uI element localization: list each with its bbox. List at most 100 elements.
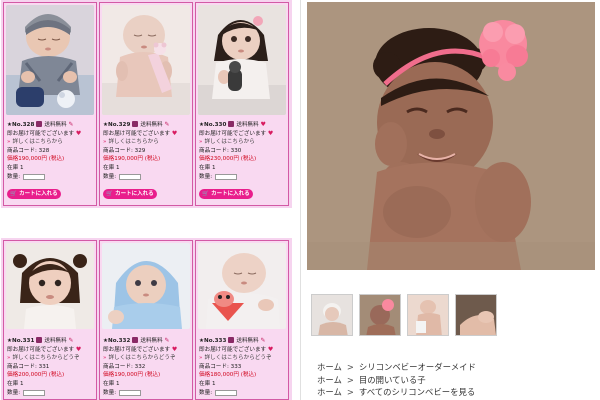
product-price: 価格190,000円 (税込) (103, 372, 161, 379)
shipping-label: 送料無料 (140, 338, 163, 344)
quantity-input-331[interactable] (23, 389, 46, 396)
ready-label: 即お届け可能でございます (103, 346, 171, 353)
product-card-333[interactable]: ★No.333 送料無料 ✎ 即お届け可能でございます ♥ » 詳しくはこちらからど… (195, 240, 289, 400)
detail-link-332[interactable]: » 詳しくはこちらからどうぞ (103, 354, 192, 363)
breadcrumb-link[interactable]: シリコンベビーオーダーメイド (359, 362, 476, 372)
shipping-label: 送料無料 (44, 338, 67, 344)
breadcrumb-home-link[interactable]: ホーム (317, 375, 342, 385)
breadcrumb-home-link[interactable]: ホーム (317, 362, 342, 372)
product-detail-panel: ホーム > シリコンベビーオーダーメイド ホーム > 目の開いている子 ホーム > すべての… (300, 0, 600, 400)
product-card-330[interactable]: ★No.330 送料無料 ♥ 即お届け可能でございます ♥ » 詳しくはこちらから … (195, 2, 289, 206)
arrow-icon: » (199, 139, 203, 146)
quantity-label: 数量: (103, 389, 117, 396)
detail-link-label: 詳しくはこちらから (12, 139, 63, 146)
thumbnail-3[interactable] (407, 294, 449, 336)
shipping-icon (132, 337, 139, 343)
detail-link-329[interactable]: » 詳しくはこちらから (103, 138, 192, 147)
product-info-330: ★No.330 送料無料 ♥ 即お届け可能でございます ♥ » 詳しくはこちらから … (199, 121, 288, 181)
thumbnail-strip (311, 294, 497, 336)
product-card-328[interactable]: ★No.328 送料無料 ✎ 即お届け可能でございます ♥ » 詳しくはこちらから … (3, 2, 97, 206)
product-photo-329[interactable] (102, 5, 190, 115)
shipping-label: 送料無料 (44, 122, 67, 128)
cart-button-label: カートに入れる (115, 191, 154, 197)
breadcrumb-link[interactable]: すべてのシリコンベビーを見る (359, 387, 475, 397)
product-stock: 在庫 1 (199, 380, 216, 387)
product-photo-331[interactable] (6, 243, 94, 329)
product-info-332: ★No.332 送料無料 ✎ 即お届け可能でございます ♥ » 詳しくはこちらからど… (103, 337, 192, 397)
thumbnail-2[interactable] (359, 294, 401, 336)
quantity-label: 数量: (7, 173, 21, 180)
breadcrumb-order-made: ホーム > シリコンベビーオーダーメイド (317, 361, 476, 374)
heart-icon: ♥ (267, 345, 274, 353)
product-stock: 在庫 1 (199, 164, 216, 171)
cart-button-label: カートに入れる (211, 191, 250, 197)
product-number: ★No.330 (199, 122, 227, 128)
product-price: 価格180,000円 (税込) (199, 372, 257, 379)
product-code: 商品コード: 329 (103, 147, 146, 154)
detail-link-label: 詳しくはこちらからどうぞ (108, 355, 176, 362)
product-stock: 在庫 1 (7, 164, 24, 171)
arrow-icon: » (7, 355, 11, 362)
shipping-icon (132, 121, 139, 127)
detail-link-328[interactable]: » 詳しくはこちらから (7, 138, 96, 147)
product-code: 商品コード: 328 (7, 147, 50, 154)
detail-link-label: 詳しくはこちらから (108, 139, 159, 146)
product-number: ★No.331 (7, 338, 35, 344)
quantity-label: 数量: (103, 173, 117, 180)
product-code: 商品コード: 331 (7, 363, 50, 370)
ready-label: 即お届け可能でございます (199, 346, 267, 353)
main-product-photo[interactable] (307, 2, 595, 270)
product-photo-330[interactable] (198, 5, 286, 115)
cart-icon: 🛒 (202, 191, 210, 197)
product-code: 商品コード: 330 (199, 147, 242, 154)
quantity-input-328[interactable] (23, 173, 46, 180)
quantity-input-332[interactable] (119, 389, 142, 396)
add-to-cart-button-329[interactable]: 🛒 カートに入れる (103, 189, 157, 199)
pen-icon: ✎ (164, 121, 170, 128)
product-info-333: ★No.333 送料無料 ✎ 即お届け可能でございます ♥ » 詳しくはこちらからど… (199, 337, 288, 397)
quantity-input-333[interactable] (215, 389, 238, 396)
detail-link-label: 詳しくはこちらからどうぞ (12, 355, 80, 362)
cart-icon: 🛒 (10, 191, 18, 197)
shipping-icon (36, 121, 43, 127)
breadcrumb-separator: > (346, 387, 354, 397)
add-to-cart-button-328[interactable]: 🛒 カートに入れる (7, 189, 61, 199)
product-stock: 在庫 1 (103, 164, 120, 171)
detail-link-330[interactable]: » 詳しくはこちらから (199, 138, 288, 147)
breadcrumb-home-link[interactable]: ホーム (317, 387, 342, 397)
thumbnail-4[interactable] (455, 294, 497, 336)
pen-icon: ✎ (164, 337, 170, 344)
product-code: 商品コード: 332 (103, 363, 146, 370)
product-photo-328[interactable] (6, 5, 94, 115)
detail-link-333[interactable]: » 詳しくはこちらからどうぞ (199, 354, 288, 363)
product-price: 価格230,000円 (税込) (199, 156, 257, 163)
quantity-input-330[interactable] (215, 173, 238, 180)
breadcrumb-link[interactable]: 目の開いている子 (359, 375, 426, 385)
product-grid-top: ★No.328 送料無料 ✎ 即お届け可能でございます ♥ » 詳しくはこちらから … (1, 0, 292, 208)
detail-link-331[interactable]: » 詳しくはこちらからどうぞ (7, 354, 96, 363)
product-grid-bottom: ★No.331 送料無料 ✎ 即お届け可能でございます ♥ » 詳しくはこちらからど… (1, 238, 292, 400)
heart-icon: ♥ (267, 129, 274, 137)
shipping-label: 送料無料 (236, 122, 259, 128)
ready-label: 即お届け可能でございます (103, 130, 171, 137)
pen-icon: ✎ (260, 337, 266, 344)
product-photo-332[interactable] (102, 243, 190, 329)
thumbnail-1[interactable] (311, 294, 353, 336)
product-card-329[interactable]: ★No.329 送料無料 ✎ 即お届け可能でございます ♥ » 詳しくはこちらから … (99, 2, 193, 206)
product-photo-333[interactable] (198, 243, 286, 329)
arrow-icon: » (103, 139, 107, 146)
heart-icon: ♥ (260, 121, 266, 128)
quantity-label: 数量: (7, 389, 21, 396)
product-code: 商品コード: 333 (199, 363, 242, 370)
product-card-331[interactable]: ★No.331 送料無料 ✎ 即お届け可能でございます ♥ » 詳しくはこちらからど… (3, 240, 97, 400)
arrow-icon: » (199, 355, 203, 362)
product-price: 価格200,000円 (税込) (7, 372, 65, 379)
heart-icon: ♥ (171, 345, 178, 353)
quantity-input-329[interactable] (119, 173, 142, 180)
product-card-332[interactable]: ★No.332 送料無料 ✎ 即お届け可能でございます ♥ » 詳しくはこちらからど… (99, 240, 193, 400)
shipping-label: 送料無料 (140, 122, 163, 128)
product-price: 価格190,000円 (税込) (103, 156, 161, 163)
add-to-cart-button-330[interactable]: 🛒 カートに入れる (199, 189, 253, 199)
quantity-label: 数量: (199, 173, 213, 180)
arrow-icon: » (103, 355, 107, 362)
